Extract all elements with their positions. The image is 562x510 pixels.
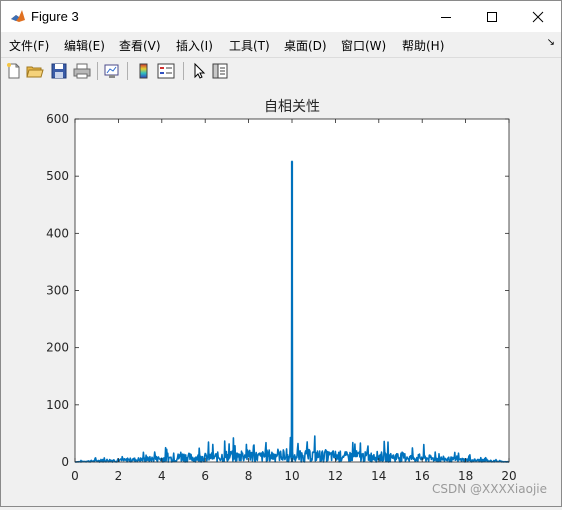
window-title: Figure 3: [31, 9, 79, 24]
print-icon[interactable]: [73, 62, 91, 80]
line-chart: 0 2 4 6 8 10 12 14 16 18 200100200300400500600 自相关…: [46, 99, 517, 483]
menu-help[interactable]: 帮助(H): [402, 37, 444, 54]
pointer-icon[interactable]: [190, 62, 208, 80]
menu-edit[interactable]: 编辑(E): [64, 37, 105, 54]
title-bar[interactable]: Figure 3: [1, 1, 561, 32]
legend-icon[interactable]: [157, 62, 175, 80]
figure-window: Figure 3 文件(F) 编辑(E) 查看(V) 插入(I) 工具(T) 桌…: [0, 0, 562, 507]
menu-view[interactable]: 查看(V): [119, 37, 161, 54]
figure-canvas[interactable]: 0 2 4 6 8 10 12 14 16 18 20 0 100 200 300 400 500 600 自相关…: [1, 85, 561, 506]
x-tick-label: 14: [371, 469, 386, 483]
y-tick-label: 200: [46, 341, 69, 355]
menu-insert[interactable]: 插入(I): [176, 37, 213, 54]
y-tick-label: 100: [46, 398, 69, 412]
save-icon[interactable]: [50, 62, 68, 80]
x-tick-label: 10: [284, 469, 299, 483]
close-icon: [532, 11, 544, 22]
x-tick-label: 4: [158, 469, 166, 483]
y-tick-label: 600: [46, 112, 69, 126]
new-file-icon[interactable]: [5, 62, 23, 80]
x-tick-label: 18: [458, 469, 473, 483]
menu-window[interactable]: 窗口(W): [341, 37, 386, 54]
x-tick-label: 12: [328, 469, 343, 483]
menu-desktop[interactable]: 桌面(D): [284, 37, 327, 54]
menu-file[interactable]: 文件(F): [9, 37, 49, 54]
menu-tools[interactable]: 工具(T): [229, 37, 270, 54]
matlab-logo-icon: [10, 8, 26, 24]
colorbar-icon[interactable]: [135, 62, 153, 80]
y-tick-label: 500: [46, 169, 69, 183]
minimize-icon: [441, 16, 451, 18]
chart-title: 自相关性: [264, 99, 320, 115]
x-tick-label: 2: [115, 469, 123, 483]
x-tick-label: 16: [415, 469, 430, 483]
toolbar-separator: [97, 62, 98, 80]
maximize-button[interactable]: [469, 1, 515, 32]
maximize-icon: [487, 11, 497, 22]
link-plot-icon[interactable]: [103, 62, 121, 80]
open-folder-icon[interactable]: [26, 62, 44, 80]
toolbar-separator: [183, 62, 184, 80]
y-tick-label: 300: [46, 284, 69, 298]
minimize-button[interactable]: [423, 1, 469, 32]
toolbar: [1, 57, 561, 86]
x-tick-label: 0: [71, 469, 79, 483]
x-tick-label: 8: [245, 469, 253, 483]
watermark-text: CSDN @XXXXiaojie: [432, 482, 547, 496]
close-button[interactable]: [515, 1, 561, 32]
x-tick-label: 6: [201, 469, 209, 483]
x-tick-label: 20: [501, 469, 516, 483]
y-tick-label: 0: [61, 455, 69, 469]
menu-overflow-arrow-icon[interactable]: ↘: [547, 37, 555, 48]
property-editor-icon[interactable]: [211, 62, 229, 80]
menu-bar: 文件(F) 编辑(E) 查看(V) 插入(I) 工具(T) 桌面(D) 窗口(W…: [1, 32, 561, 56]
y-tick-label: 400: [46, 226, 69, 240]
toolbar-separator: [127, 62, 128, 80]
